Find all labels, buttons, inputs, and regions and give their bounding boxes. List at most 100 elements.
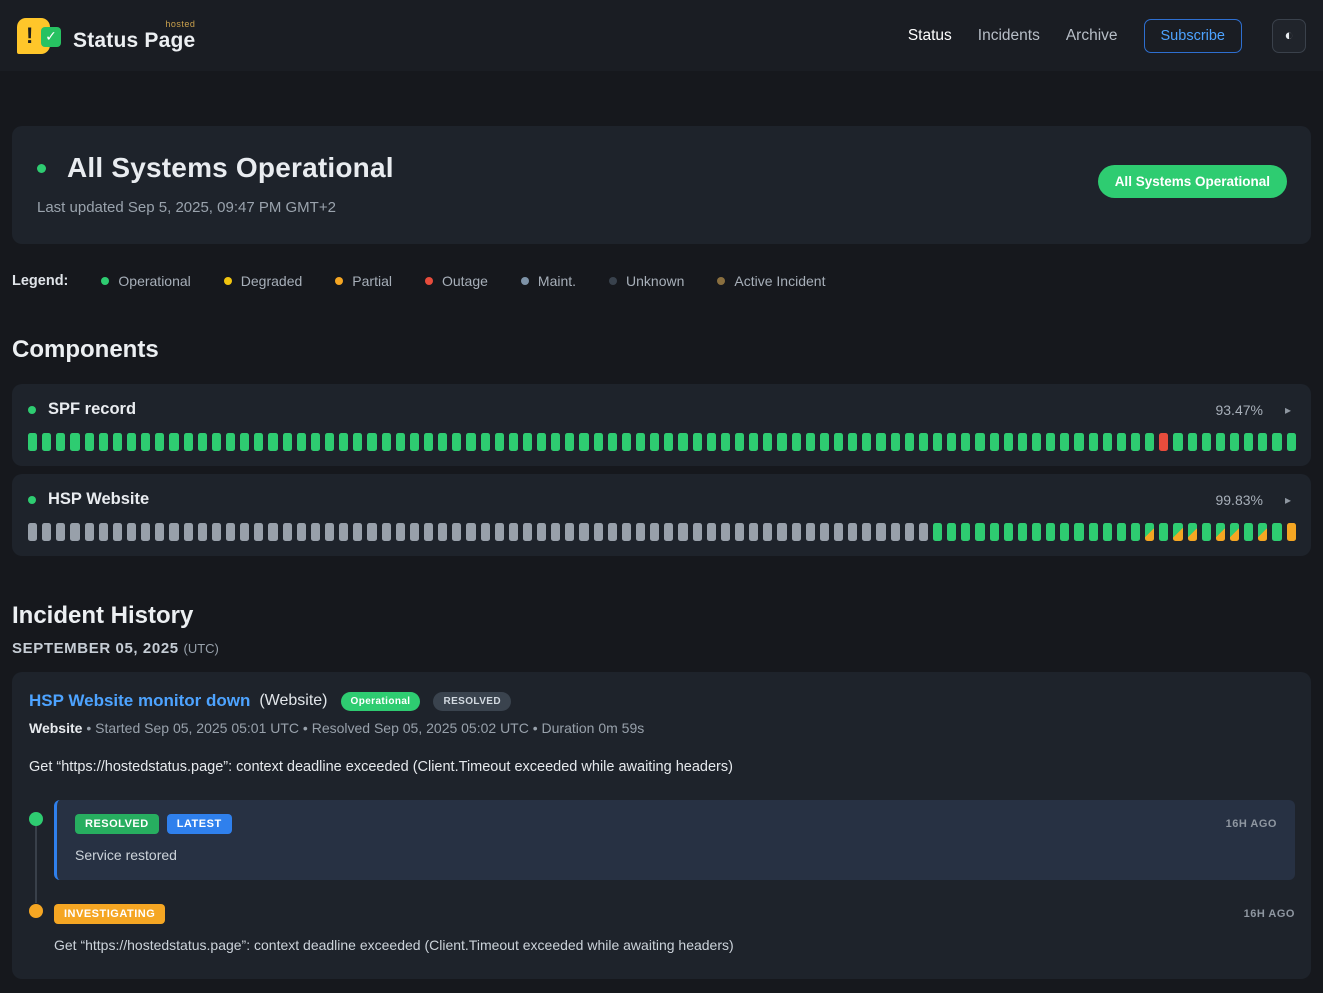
incident-meta-component: Website [29,720,82,736]
uptime-bar-operational [523,433,532,451]
uptime-bar-partial-degraded [1145,523,1154,541]
uptime-bar-operational [113,433,122,451]
uptime-bar-no-data [56,523,65,541]
uptime-bar-operational [70,433,79,451]
timeline-dot-investigating [29,904,43,918]
theme-toggle-button[interactable]: ◐ [1272,19,1306,53]
component-header[interactable]: HSP Website 99.83% ▸ [28,490,1295,509]
update-badges: RESOLVED LATEST [75,814,232,834]
uptime-bar-no-data [424,523,433,541]
uptime-bar-operational [1046,523,1055,541]
uptime-bar-operational [1060,523,1069,541]
legend-item-degraded: Degraded [224,273,303,289]
uptime-bar-operational [961,523,970,541]
uptime-bar-partial-degraded [1258,523,1267,541]
uptime-bar-no-data [28,523,37,541]
uptime-bar-no-data [565,523,574,541]
status-hero-left: All Systems Operational Last updated Sep… [37,152,394,216]
uptime-bar-no-data [678,523,687,541]
uptime-bar-operational [1060,433,1069,451]
resolved-badge: RESOLVED [75,814,159,834]
uptime-bar-operational [1074,523,1083,541]
uptime-bar-no-data [707,523,716,541]
legend-item-partial: Partial [335,273,392,289]
uptime-bar-operational [594,433,603,451]
uptime-bar-operational [268,433,277,451]
component-name: HSP Website [48,490,1203,509]
incident-scope: (Website) [259,692,327,710]
investigating-badge: INVESTIGATING [54,904,165,924]
subscribe-button[interactable]: Subscribe [1144,19,1242,53]
timeline-dot-resolved [29,812,43,826]
header: ! ✓ hosted Status Page Status Incidents … [0,0,1323,71]
uptime-bar-no-data [594,523,603,541]
uptime-bar-operational [1258,433,1267,451]
incident-timeline: RESOLVED LATEST 16H AGO Service restored… [29,800,1295,953]
uptime-bar-no-data [268,523,277,541]
uptime-bar-operational [198,433,207,451]
uptime-bar-no-data [721,523,730,541]
uptime-bar-no-data [735,523,744,541]
uptime-bar-operational [990,523,999,541]
uptime-bar-operational [862,433,871,451]
nav-incidents[interactable]: Incidents [978,27,1040,45]
uptime-bar-no-data [85,523,94,541]
legend-dot-degraded [224,277,232,285]
logo: ! ✓ [17,15,63,57]
uptime-bar-operational [1032,523,1041,541]
chevron-right-icon: ▸ [1285,403,1291,417]
brand[interactable]: ! ✓ hosted Status Page [17,15,195,57]
component-header[interactable]: SPF record 93.47% ▸ [28,400,1295,419]
uptime-bar-operational [353,433,362,451]
brand-tag: hosted [165,19,195,29]
uptime-bar-operational [212,433,221,451]
legend-item-maint: Maint. [521,273,576,289]
uptime-bar-operational [367,433,376,451]
main-nav: Status Incidents Archive Subscribe ◐ [908,19,1306,53]
brand-name: Status Page [73,29,195,52]
uptime-bar-partial-degraded [1216,523,1225,541]
uptime-bar-no-data [396,523,405,541]
nav-status[interactable]: Status [908,27,952,45]
uptime-bar-degraded [1287,523,1296,541]
incident-title-link[interactable]: HSP Website monitor down [29,691,250,711]
update-timestamp: 16H AGO [1244,908,1295,920]
nav-archive[interactable]: Archive [1066,27,1118,45]
incident-date-group: SEPTEMBER 05, 2025 (UTC) [12,640,1311,657]
uptime-bar-no-data [169,523,178,541]
uptime-bar-operational [438,433,447,451]
uptime-bar-no-data [226,523,235,541]
incident-title-row: HSP Website monitor down (Website) Opera… [29,691,1295,711]
legend-dot-unknown [609,277,617,285]
uptime-bar-no-data [650,523,659,541]
uptime-bar-operational [141,433,150,451]
uptime-bars [28,523,1295,541]
uptime-bar-operational [820,433,829,451]
legend: Legend: Operational Degraded Partial Out… [12,273,1311,289]
page-status-title: All Systems Operational [67,152,394,184]
legend-item-outage: Outage [425,273,488,289]
uptime-bar-no-data [820,523,829,541]
uptime-bar-operational [947,523,956,541]
uptime-bar-operational [537,433,546,451]
uptime-bar-no-data [523,523,532,541]
uptime-bar-operational [1018,523,1027,541]
uptime-bar-operational [85,433,94,451]
uptime-bar-operational [1103,433,1112,451]
uptime-bars [28,433,1295,451]
legend-dot-partial [335,277,343,285]
latest-badge: LATEST [167,814,232,834]
uptime-bar-operational [410,433,419,451]
incident-update-latest: RESOLVED LATEST 16H AGO Service restored [54,800,1295,880]
legend-dot-active-incident [717,277,725,285]
legend-dot-maint [521,277,529,285]
uptime-bar-no-data [891,523,900,541]
uptime-bar-operational [678,433,687,451]
uptime-bar-operational [240,433,249,451]
uptime-bar-operational [481,433,490,451]
check-icon: ✓ [41,27,61,47]
uptime-bar-operational [1145,433,1154,451]
uptime-bar-no-data [184,523,193,541]
uptime-bar-operational [792,433,801,451]
uptime-bar-no-data [466,523,475,541]
